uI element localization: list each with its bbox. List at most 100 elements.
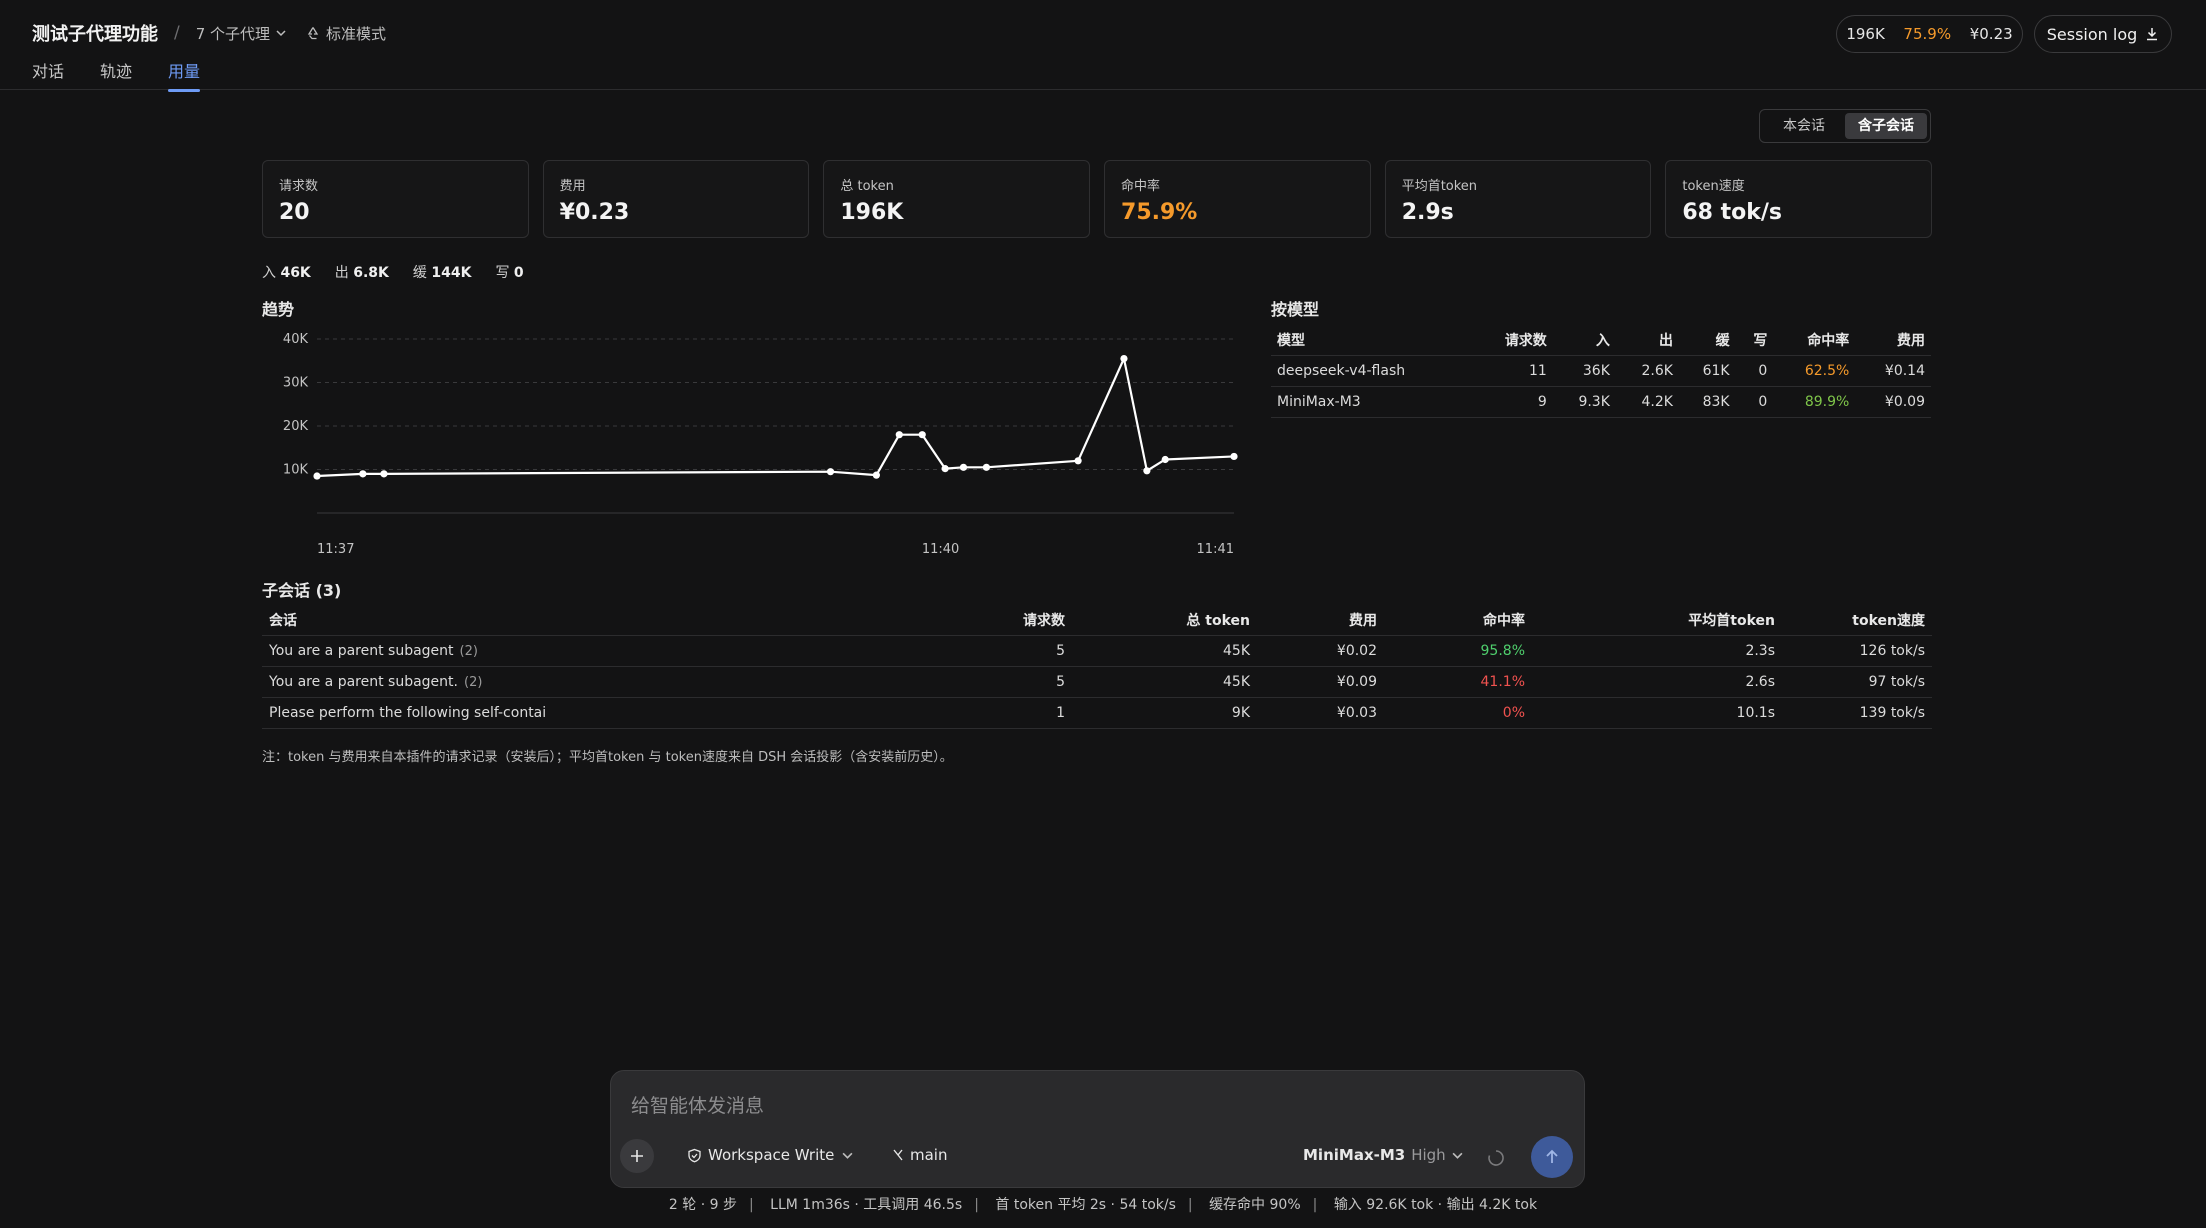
- table-header-row: 会话 请求数 总 token 费用 命中率 平均首token token速度: [262, 605, 1932, 636]
- title-row: 测试子代理功能 / 7 个子代理 标准模式: [32, 20, 386, 46]
- send-button[interactable]: [1531, 1136, 1573, 1178]
- data-point: [941, 465, 949, 473]
- branch-label: main: [910, 1146, 948, 1164]
- cell-cache: 61K: [1678, 355, 1736, 387]
- cell-hit-rate: 95.8%: [1384, 635, 1532, 667]
- arrow-up-icon: [1546, 1149, 1558, 1163]
- y-tick-label: 20K: [283, 419, 309, 434]
- cell-total-token: 45K: [1072, 635, 1257, 667]
- cell-hit-rate: 41.1%: [1384, 666, 1532, 698]
- card-value: 196K: [840, 200, 904, 225]
- cell-hit-rate: 62.5%: [1773, 355, 1856, 387]
- cell-token-speed: 97 tok/s: [1782, 666, 1932, 698]
- data-point: [1074, 457, 1082, 465]
- cell-cost: ¥0.09: [1855, 386, 1931, 418]
- stat-cost: ¥0.23: [1969, 25, 2013, 43]
- col-input: 入: [1552, 325, 1616, 356]
- tab-bar: 对话 轨迹 用量: [32, 58, 236, 92]
- subagents-dropdown[interactable]: 7 个子代理: [196, 23, 286, 44]
- chevron-down-icon: [842, 1152, 853, 1159]
- card-value: ¥0.23: [559, 200, 630, 225]
- cell-requests: 9: [1474, 386, 1553, 418]
- subsessions-table: 会话 请求数 总 token 费用 命中率 平均首token token速度 Y…: [262, 605, 1932, 729]
- trend-chart: 40K 30K 20K 10K 11:37 11:40 11:41: [283, 332, 1238, 557]
- tab-trace[interactable]: 轨迹: [100, 58, 132, 90]
- card-label: token速度: [1682, 179, 1745, 194]
- series-line: [316, 357, 1235, 478]
- breadcrumb-separator: /: [174, 23, 180, 43]
- shield-icon: [688, 1148, 701, 1162]
- tab-chat[interactable]: 对话: [32, 58, 64, 90]
- session-stats: 196K 75.9% ¥0.23: [1836, 15, 2023, 53]
- data-point: [1143, 467, 1151, 475]
- model-selector[interactable]: MiniMax-M3 High: [1303, 1146, 1463, 1164]
- table-row: deepseek-v4-flash 11 36K 2.6K 61K 0 62.5…: [1271, 355, 1931, 387]
- scope-with-subsessions[interactable]: 含子会话: [1845, 113, 1927, 139]
- card-label: 平均首token: [1401, 179, 1478, 194]
- mode-label: 标准模式: [326, 24, 387, 43]
- col-hit-rate: 命中率: [1773, 325, 1856, 356]
- child-count: (2): [459, 643, 478, 659]
- cell-hit-rate: 0%: [1384, 697, 1532, 729]
- reasoning-level: High: [1411, 1146, 1446, 1164]
- cell-token-speed: 139 tok/s: [1782, 697, 1932, 729]
- plus-icon: [631, 1150, 643, 1162]
- col-total-token: 总 token: [1072, 605, 1257, 636]
- cell-token-speed: 126 tok/s: [1782, 635, 1932, 667]
- scope-this-session[interactable]: 本会话: [1763, 113, 1845, 139]
- card-requests: 请求数 20: [262, 160, 529, 238]
- col-cost: 费用: [1257, 605, 1384, 636]
- card-value: 68 tok/s: [1682, 200, 1783, 225]
- cell-model: deepseek-v4-flash: [1271, 355, 1475, 387]
- model-table: 模型 请求数 入 出 缓 写 命中率 费用 deepseek-v4-flash …: [1271, 325, 1931, 418]
- y-tick-label: 30K: [283, 376, 309, 391]
- col-session: 会话: [262, 605, 822, 636]
- card-value: 75.9%: [1121, 200, 1198, 225]
- table-header-row: 模型 请求数 入 出 缓 写 命中率 费用: [1271, 325, 1931, 356]
- cell-avg-first-token: 10.1s: [1532, 697, 1782, 729]
- data-point: [1230, 452, 1238, 461]
- col-token-speed: token速度: [1782, 605, 1932, 636]
- table-row[interactable]: You are a parent subagent. (2) 5 45K ¥0.0…: [262, 666, 1932, 698]
- col-cache: 缓: [1678, 325, 1736, 356]
- col-output: 出: [1615, 325, 1679, 356]
- card-label: 费用: [559, 179, 586, 194]
- trend-title: 趋势: [262, 300, 295, 319]
- workspace-label: Workspace Write: [708, 1146, 835, 1164]
- io-output: 出 6.8K: [334, 265, 389, 281]
- cell-requests: 1: [822, 697, 1072, 729]
- session-log-button[interactable]: Session log: [2034, 15, 2172, 53]
- header: 测试子代理功能 / 7 个子代理 标准模式 对话 轨迹 用量 196K 75.9…: [0, 0, 2206, 92]
- cell-requests: 5: [822, 635, 1072, 667]
- footnote: 注：token 与费用来自本插件的请求记录（安装后）；平均首token 与 to…: [262, 750, 953, 765]
- col-model: 模型: [1271, 325, 1475, 356]
- card-cost: 费用 ¥0.23: [542, 160, 810, 238]
- cell-cost: ¥0.02: [1257, 635, 1384, 667]
- attach-button[interactable]: [620, 1139, 654, 1173]
- cell-avg-first-token: 2.6s: [1532, 666, 1782, 698]
- table-row[interactable]: Please perform the following self-contai…: [262, 697, 1932, 729]
- card-label: 命中率: [1121, 179, 1161, 194]
- card-total-token: 总 token 196K: [823, 160, 1091, 238]
- footer-cache-hit: 缓存命中 90%: [1209, 1197, 1301, 1213]
- chevron-down-icon: [1452, 1152, 1463, 1159]
- child-count: (2): [464, 674, 483, 690]
- cell-total-token: 45K: [1072, 666, 1257, 698]
- tab-usage[interactable]: 用量: [168, 58, 201, 92]
- data-point: [982, 463, 991, 471]
- stat-tokens: 196K: [1846, 25, 1885, 43]
- branch-selector[interactable]: main: [891, 1146, 947, 1164]
- card-token-speed: token速度 68 tok/s: [1665, 160, 1933, 238]
- cell-write: 0: [1735, 386, 1774, 418]
- table-row[interactable]: You are a parent subagent (2) 5 45K ¥0.02…: [262, 635, 1932, 667]
- model-label: MiniMax-M3: [1303, 1146, 1406, 1164]
- data-point: [918, 431, 926, 439]
- cell-total-token: 9K: [1072, 697, 1257, 729]
- cell-cost: ¥0.14: [1855, 355, 1931, 387]
- workspace-permission-dropdown[interactable]: Workspace Write: [687, 1146, 859, 1164]
- io-write: 写 0: [495, 265, 524, 281]
- mode-indicator[interactable]: 标准模式: [306, 23, 386, 44]
- card-hit-rate: 命中率 75.9%: [1104, 160, 1371, 238]
- cell-output: 4.2K: [1615, 386, 1679, 418]
- message-input[interactable]: 给智能体发消息: [631, 1091, 764, 1118]
